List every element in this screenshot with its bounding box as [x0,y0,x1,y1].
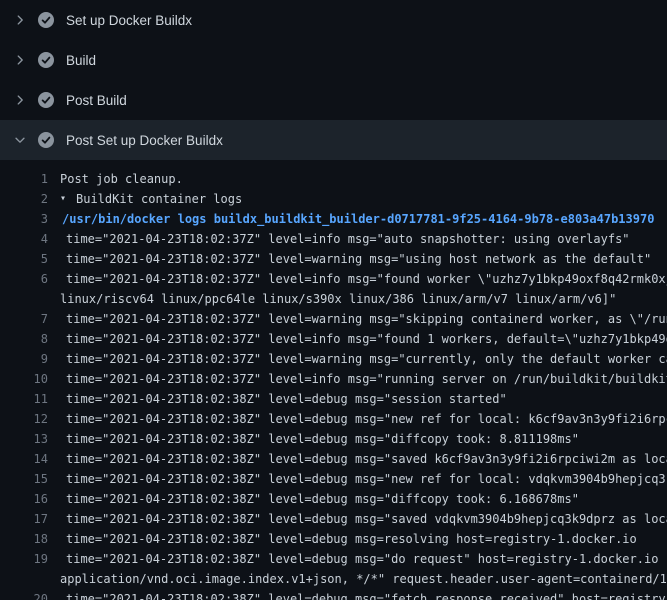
check-circle-icon [38,132,54,148]
step-row-build[interactable]: Build [0,40,667,80]
log-text: time="2021-04-23T18:02:37Z" level=info m… [66,269,667,289]
check-circle-icon [38,92,54,108]
log-line: 7 time="2021-04-23T18:02:37Z" level=warni… [0,309,667,329]
log-lines: 1 Post job cleanup. 2 ▾BuildKit container l… [0,160,667,600]
line-number[interactable]: 10 [0,369,48,389]
log-text: Post job cleanup. [60,169,183,189]
log-text: time="2021-04-23T18:02:37Z" level=warnin… [66,349,667,369]
line-number[interactable]: 11 [0,389,48,409]
line-number[interactable]: 19 [0,549,48,569]
log-line: 20 time="2021-04-23T18:02:38Z" level=debu… [0,589,667,600]
check-circle-icon [38,52,54,68]
log-text: time="2021-04-23T18:02:38Z" level=debug … [66,449,667,469]
line-number[interactable]: 5 [0,249,48,269]
line-number[interactable]: 1 [0,169,48,189]
log-text: time="2021-04-23T18:02:37Z" level=info m… [66,369,667,389]
log-text: time="2021-04-23T18:02:37Z" level=warnin… [66,249,651,269]
line-number[interactable]: 17 [0,509,48,529]
step-row-post-set-up-docker-buildx[interactable]: Post Set up Docker Buildx [0,120,667,160]
log-line: 6 time="2021-04-23T18:02:37Z" level=info … [0,269,667,289]
step-row-post-build[interactable]: Post Build [0,80,667,120]
check-circle-icon [38,12,54,28]
log-text: linux/riscv64 linux/ppc64le linux/s390x … [60,289,616,309]
step-label: Build [66,53,96,68]
line-number[interactable]: 13 [0,429,48,449]
log-group-caret-icon: ▾ [60,189,76,209]
line-number[interactable]: 9 [0,349,48,369]
log-line: 18 time="2021-04-23T18:02:38Z" level=debu… [0,529,667,549]
log-line: 19 time="2021-04-23T18:02:38Z" level=debu… [0,549,667,569]
log-text: time="2021-04-23T18:02:38Z" level=debug … [66,549,667,569]
log-line: 5 time="2021-04-23T18:02:37Z" level=warni… [0,249,667,269]
step-label: Post Build [66,93,127,108]
log-text: time="2021-04-23T18:02:38Z" level=debug … [66,429,579,449]
chevron-right-icon [12,92,28,108]
log-text: application/vnd.oci.image.index.v1+json,… [60,569,667,589]
log-line: 17 time="2021-04-23T18:02:38Z" level=debu… [0,509,667,529]
log-text: time="2021-04-23T18:02:38Z" level=debug … [66,389,507,409]
log-line: 10 time="2021-04-23T18:02:37Z" level=info… [0,369,667,389]
log-line: 9 time="2021-04-23T18:02:37Z" level=warni… [0,349,667,369]
log-line: 1 Post job cleanup. [0,169,667,189]
log-line: 12 time="2021-04-23T18:02:38Z" level=debu… [0,409,667,429]
line-number [0,569,48,589]
log-text: time="2021-04-23T18:02:38Z" level=debug … [66,509,667,529]
line-number[interactable]: 3 [0,209,48,229]
log-line: 11 time="2021-04-23T18:02:38Z" level=debu… [0,389,667,409]
log-line: application/vnd.oci.image.index.v1+json,… [0,569,667,589]
chevron-right-icon [12,52,28,68]
log-text: time="2021-04-23T18:02:37Z" level=info m… [66,329,667,349]
line-number[interactable]: 14 [0,449,48,469]
log-line: 8 time="2021-04-23T18:02:37Z" level=info … [0,329,667,349]
log-text: time="2021-04-23T18:02:38Z" level=debug … [66,469,667,489]
step-label: Post Set up Docker Buildx [66,133,223,148]
log-line: 14 time="2021-04-23T18:02:38Z" level=debu… [0,449,667,469]
log-command-text: /usr/bin/docker logs buildx_buildkit_bui… [62,209,654,229]
line-number[interactable]: 15 [0,469,48,489]
log-text: BuildKit container logs [76,189,242,209]
log-text: time="2021-04-23T18:02:38Z" level=debug … [66,529,637,549]
log-text: time="2021-04-23T18:02:38Z" level=debug … [66,589,667,600]
log-line: 13 time="2021-04-23T18:02:38Z" level=debu… [0,429,667,449]
line-number[interactable]: 6 [0,269,48,289]
line-number[interactable]: 16 [0,489,48,509]
step-row-set-up-docker-buildx[interactable]: Set up Docker Buildx [0,0,667,40]
log-line: linux/riscv64 linux/ppc64le linux/s390x … [0,289,667,309]
log-text: time="2021-04-23T18:02:37Z" level=warnin… [66,309,667,329]
chevron-down-icon [12,132,28,148]
line-number[interactable]: 12 [0,409,48,429]
line-number[interactable]: 4 [0,229,48,249]
log-group-line[interactable]: 2 ▾BuildKit container logs [0,189,667,209]
workflow-log-viewer: Set up Docker Buildx Build Post Build Po… [0,0,667,600]
log-line: 3/usr/bin/docker logs buildx_buildkit_bu… [0,209,667,229]
log-line: 4 time="2021-04-23T18:02:37Z" level=info … [0,229,667,249]
log-text: time="2021-04-23T18:02:38Z" level=debug … [66,409,667,429]
line-number[interactable]: 8 [0,329,48,349]
log-line: 16 time="2021-04-23T18:02:38Z" level=debu… [0,489,667,509]
line-number [0,289,48,309]
chevron-right-icon [12,12,28,28]
log-text: time="2021-04-23T18:02:38Z" level=debug … [66,489,579,509]
log-text: time="2021-04-23T18:02:37Z" level=info m… [66,229,630,249]
line-number[interactable]: 18 [0,529,48,549]
line-number[interactable]: 2 [0,189,48,209]
step-label: Set up Docker Buildx [66,13,192,28]
line-number[interactable]: 7 [0,309,48,329]
line-number[interactable]: 20 [0,589,48,600]
log-line: 15 time="2021-04-23T18:02:38Z" level=debu… [0,469,667,489]
